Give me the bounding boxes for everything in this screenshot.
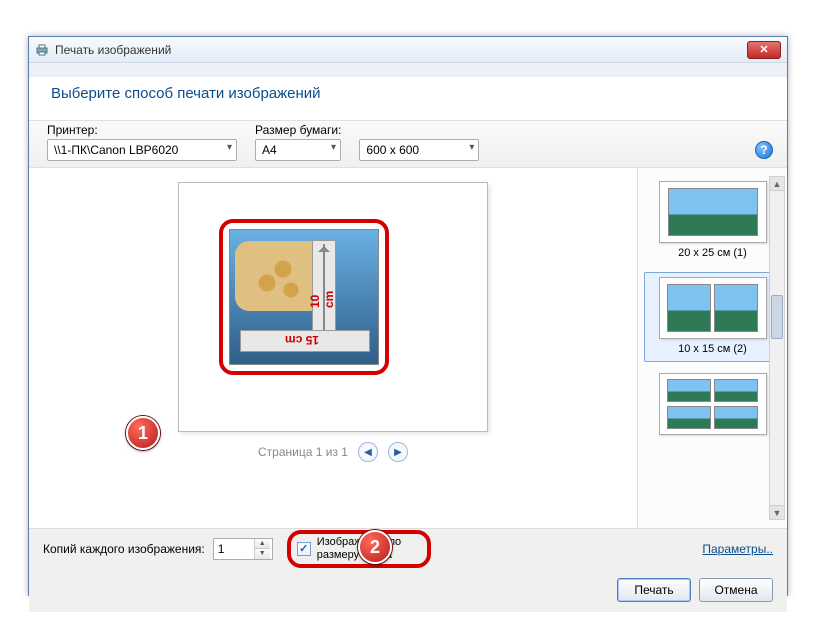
resolution-field: 600 x 600 — [359, 123, 479, 161]
help-icon[interactable]: ? — [755, 141, 773, 159]
prev-page-button[interactable]: ◀ — [358, 442, 378, 462]
paper-value: A4 — [262, 143, 277, 157]
cancel-button[interactable]: Отмена — [699, 578, 773, 602]
paper-label: Размер бумаги: — [255, 123, 341, 137]
layout-option[interactable]: 10 x 15 см (2) — [644, 272, 781, 362]
page-status: Страница 1 из 1 — [258, 445, 348, 459]
horizontal-ruler: 15 cm — [240, 330, 370, 352]
annotation-badge-1: 1 — [126, 416, 160, 450]
layout-thumb — [659, 373, 767, 435]
toolbar: Принтер: \\1-ПК\Canon LBP6020 Размер бум… — [29, 120, 787, 168]
scroll-up-icon[interactable]: ▲ — [770, 177, 784, 191]
print-button[interactable]: Печать — [617, 578, 691, 602]
annotation-highlight-1: 10 cm 15 cm — [219, 219, 389, 375]
copies-input[interactable] — [214, 539, 254, 559]
printer-field: Принтер: \\1-ПК\Canon LBP6020 — [47, 123, 237, 161]
preview-page: 10 cm 15 cm — [178, 182, 488, 432]
layout-option[interactable] — [644, 368, 781, 446]
vertical-arrow-icon — [318, 244, 330, 336]
page-navigation: Страница 1 из 1 ◀ ▶ — [258, 442, 408, 462]
layout-option[interactable]: 20 x 25 см (1) — [644, 176, 781, 266]
options-link[interactable]: Параметры.. — [702, 542, 773, 556]
layout-label: 20 x 25 см (1) — [647, 247, 778, 259]
resolution-combo[interactable]: 600 x 600 — [359, 139, 479, 161]
sample-image — [235, 241, 315, 311]
titlebar: Печать изображений ✕ — [29, 37, 787, 63]
copies-spinner[interactable]: ▲ ▼ — [213, 538, 273, 560]
paper-combo[interactable]: A4 — [255, 139, 341, 161]
resolution-value: 600 x 600 — [366, 143, 419, 157]
scrollbar[interactable]: ▲ ▼ — [769, 176, 785, 520]
annotation-badge-2: 2 — [358, 530, 392, 564]
next-page-button[interactable]: ▶ — [388, 442, 408, 462]
printer-label: Принтер: — [47, 123, 237, 137]
layout-thumb — [659, 181, 767, 243]
scroll-down-icon[interactable]: ▼ — [770, 505, 784, 519]
scroll-thumb[interactable] — [771, 295, 783, 339]
printer-icon — [35, 43, 49, 57]
body: 10 cm 15 cm Страница 1 из 1 ◀ ▶ 20 x 25 … — [29, 168, 787, 528]
dim-h-label: 15 cm — [285, 333, 319, 347]
copies-down-button[interactable]: ▼ — [255, 548, 270, 559]
copies-up-button[interactable]: ▲ — [255, 539, 270, 549]
close-button[interactable]: ✕ — [747, 41, 781, 59]
layout-list: 20 x 25 см (1) 10 x 15 см (2) ▲ ▼ — [637, 168, 787, 528]
preview-column: 10 cm 15 cm Страница 1 из 1 ◀ ▶ — [29, 168, 637, 528]
fit-checkbox[interactable]: ✓ — [297, 542, 311, 556]
layout-thumb — [659, 277, 767, 339]
printer-combo[interactable]: \\1-ПК\Canon LBP6020 — [47, 139, 237, 161]
resolution-label — [359, 123, 479, 137]
print-dialog: Печать изображений ✕ Выберите способ печ… — [28, 36, 788, 596]
page-heading: Выберите способ печати изображений — [29, 63, 787, 120]
window-title: Печать изображений — [55, 43, 171, 57]
paper-field: Размер бумаги: A4 — [255, 123, 341, 161]
printer-value: \\1-ПК\Canon LBP6020 — [54, 143, 178, 157]
preview-thumbnail: 10 cm 15 cm — [229, 229, 379, 365]
layout-label: 10 x 15 см (2) — [647, 343, 778, 355]
copies-label: Копий каждого изображения: — [43, 542, 205, 556]
footer-row: Копий каждого изображения: ▲ ▼ ✓ Изображ… — [29, 528, 787, 568]
button-row: Печать Отмена — [29, 568, 787, 612]
